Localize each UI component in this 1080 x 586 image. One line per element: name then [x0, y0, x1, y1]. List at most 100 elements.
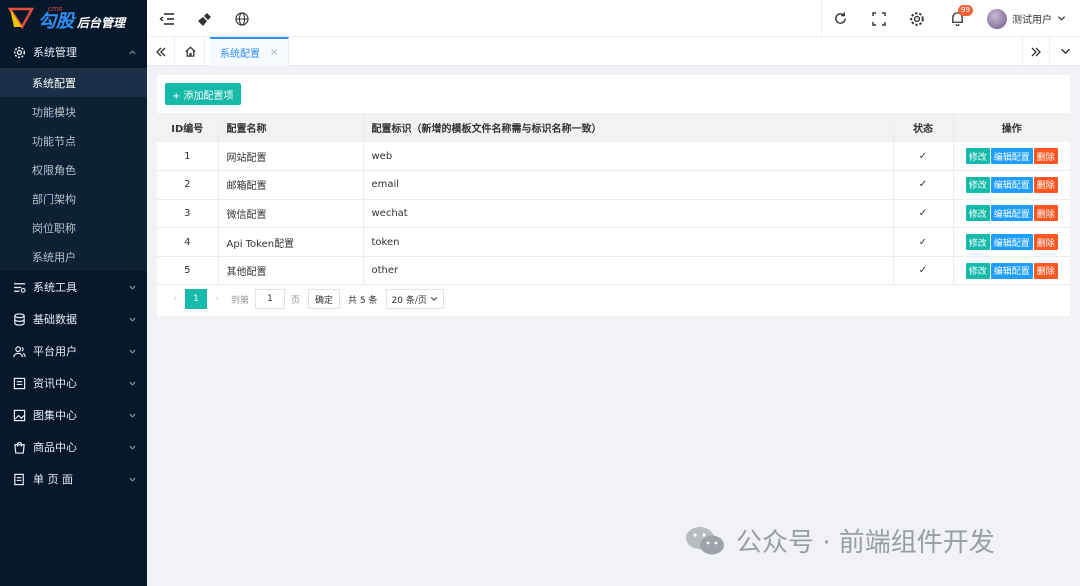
sidebar-item-modules[interactable]: 功能模块	[0, 97, 147, 126]
column-header-name[interactable]: 配置名称	[218, 113, 364, 142]
chevron-down-icon	[128, 379, 137, 388]
delete-button[interactable]: 删除	[1033, 176, 1058, 193]
column-header-status[interactable]: 状态	[893, 113, 954, 142]
cell-key: wechat	[363, 199, 894, 229]
cell-name: 其他配置	[218, 256, 364, 286]
edit-config-button[interactable]: 编辑配置	[990, 262, 1033, 279]
page-size-select[interactable]: 20 条/页	[385, 289, 444, 309]
sidebar-item-system-config[interactable]: 系统配置	[0, 68, 147, 97]
cell-actions: 修改 编辑配置 删除	[953, 199, 1070, 229]
close-icon[interactable]: ×	[270, 47, 278, 58]
database-icon	[12, 312, 26, 326]
tab-system-config[interactable]: 系统配置 ×	[210, 37, 290, 66]
menu-label: 系统工具	[33, 281, 77, 294]
menu-gallery-center[interactable]: 图集中心	[0, 399, 147, 431]
goto-confirm-button[interactable]: 确定	[308, 289, 341, 309]
chevron-down-icon	[128, 347, 137, 356]
cell-id: 3	[157, 199, 219, 229]
menu-label: 资讯中心	[33, 377, 77, 390]
chevron-down-icon	[430, 297, 438, 301]
fullscreen-button[interactable]	[861, 0, 897, 37]
menu-shop-center[interactable]: 商品中心	[0, 431, 147, 463]
menu-label: 平台用户	[33, 345, 77, 358]
chevron-down-icon	[128, 475, 137, 484]
edit-button[interactable]: 修改	[965, 234, 990, 251]
current-page[interactable]: 1	[185, 289, 207, 309]
home-icon	[185, 46, 196, 57]
submenu-system: 系统配置 功能模块 功能节点 权限角色 部门架构 岗位职称 系统用户	[0, 68, 147, 271]
status-check-icon: ✓	[893, 227, 954, 257]
logo-sub-text: 后台管理	[77, 15, 126, 30]
menu-label: 商品中心	[33, 441, 77, 454]
cell-id: 4	[157, 227, 219, 257]
chevron-down-icon	[128, 411, 137, 420]
cell-name: 网站配置	[218, 142, 364, 172]
notifications-button[interactable]: 99	[939, 0, 975, 37]
config-panel: + 添加配置项 ID编号 配置名称 配置标识（新增的模板文件名称需与标识名称一致…	[157, 75, 1070, 316]
table-row: 2 邮箱配置 email ✓ 修改 编辑配置 删除	[157, 170, 1070, 200]
menu-platform-users[interactable]: 平台用户	[0, 335, 147, 367]
goto-label: 到第	[231, 295, 250, 306]
column-header-actions: 操作	[953, 113, 1070, 142]
cell-id: 5	[157, 256, 219, 286]
edit-config-button[interactable]: 编辑配置	[990, 234, 1033, 251]
menu-single-page[interactable]: 单 页 面	[0, 463, 147, 495]
sidebar-item-system-users[interactable]: 系统用户	[0, 242, 147, 271]
menu-system-management[interactable]: 系统管理	[0, 36, 147, 68]
tabs-scroll-right-button[interactable]	[1022, 37, 1050, 66]
menu-base-data[interactable]: 基础数据	[0, 303, 147, 335]
users-icon	[12, 344, 26, 358]
user-name: 测试用户	[1012, 15, 1052, 26]
settings-button[interactable]	[899, 0, 935, 37]
tabs-scroll-left-button[interactable]	[147, 37, 175, 66]
collapse-menu-button[interactable]	[149, 0, 185, 37]
edit-button[interactable]: 修改	[965, 176, 990, 193]
edit-button[interactable]: 修改	[965, 205, 990, 222]
home-tab[interactable]	[177, 37, 205, 66]
column-header-id[interactable]: ID编号	[157, 113, 219, 142]
status-check-icon: ✓	[893, 199, 954, 229]
config-table: ID编号 配置名称 配置标识（新增的模板文件名称需与标识名称一致） 状态 操作 …	[157, 113, 1070, 286]
chevron-down-icon	[128, 315, 137, 324]
delete-button[interactable]: 删除	[1033, 262, 1058, 279]
menu-fold-icon	[159, 12, 174, 25]
next-page-button[interactable]: ›	[207, 294, 227, 304]
delete-button[interactable]: 删除	[1033, 148, 1058, 165]
page-number-input[interactable]: 1	[255, 289, 286, 309]
table-row: 3 微信配置 wechat ✓ 修改 编辑配置 删除	[157, 199, 1070, 229]
menu-news-center[interactable]: 资讯中心	[0, 367, 147, 399]
chevron-down-icon	[128, 443, 137, 452]
clear-cache-button[interactable]	[187, 0, 223, 37]
user-menu[interactable]: 测试用户	[987, 0, 1066, 37]
logo: cms 勾股 后台管理	[0, 0, 147, 36]
delete-button[interactable]: 删除	[1033, 205, 1058, 222]
sidebar-item-nodes[interactable]: 功能节点	[0, 126, 147, 155]
sidebar-item-positions[interactable]: 岗位职称	[0, 213, 147, 242]
add-config-button[interactable]: + 添加配置项	[165, 83, 241, 105]
refresh-button[interactable]	[822, 0, 858, 37]
avatar	[987, 8, 1007, 29]
sidebar: cms 勾股 后台管理 系统管理 系统配置 功能模块 功能节点 权限角色 部门架…	[0, 0, 147, 586]
sidebar-item-departments[interactable]: 部门架构	[0, 184, 147, 213]
tabs-menu-button[interactable]	[1051, 37, 1079, 66]
sidebar-item-roles[interactable]: 权限角色	[0, 155, 147, 184]
wechat-icon	[684, 524, 726, 558]
menu-system-tools[interactable]: 系统工具	[0, 271, 147, 303]
tab-label: 系统配置	[220, 49, 260, 60]
edit-config-button[interactable]: 编辑配置	[990, 205, 1033, 222]
cell-id: 1	[157, 142, 219, 172]
language-button[interactable]	[224, 0, 260, 37]
menu-group-system: 系统管理 系统配置 功能模块 功能节点 权限角色 部门架构 岗位职称 系统用户	[0, 36, 147, 271]
gear-icon	[12, 45, 26, 59]
edit-button[interactable]: 修改	[965, 262, 990, 279]
table-row: 5 其他配置 other ✓ 修改 编辑配置 删除	[157, 256, 1070, 286]
delete-button[interactable]: 删除	[1033, 234, 1058, 251]
prev-page-button[interactable]: ‹	[165, 294, 185, 304]
menu-label: 图集中心	[33, 409, 77, 422]
column-header-key[interactable]: 配置标识（新增的模板文件名称需与标识名称一致）	[363, 113, 894, 142]
topbar: 99 测试用户	[147, 0, 1080, 37]
edit-button[interactable]: 修改	[965, 148, 990, 165]
edit-config-button[interactable]: 编辑配置	[990, 176, 1033, 193]
gallery-icon	[12, 408, 26, 422]
edit-config-button[interactable]: 编辑配置	[990, 148, 1033, 165]
